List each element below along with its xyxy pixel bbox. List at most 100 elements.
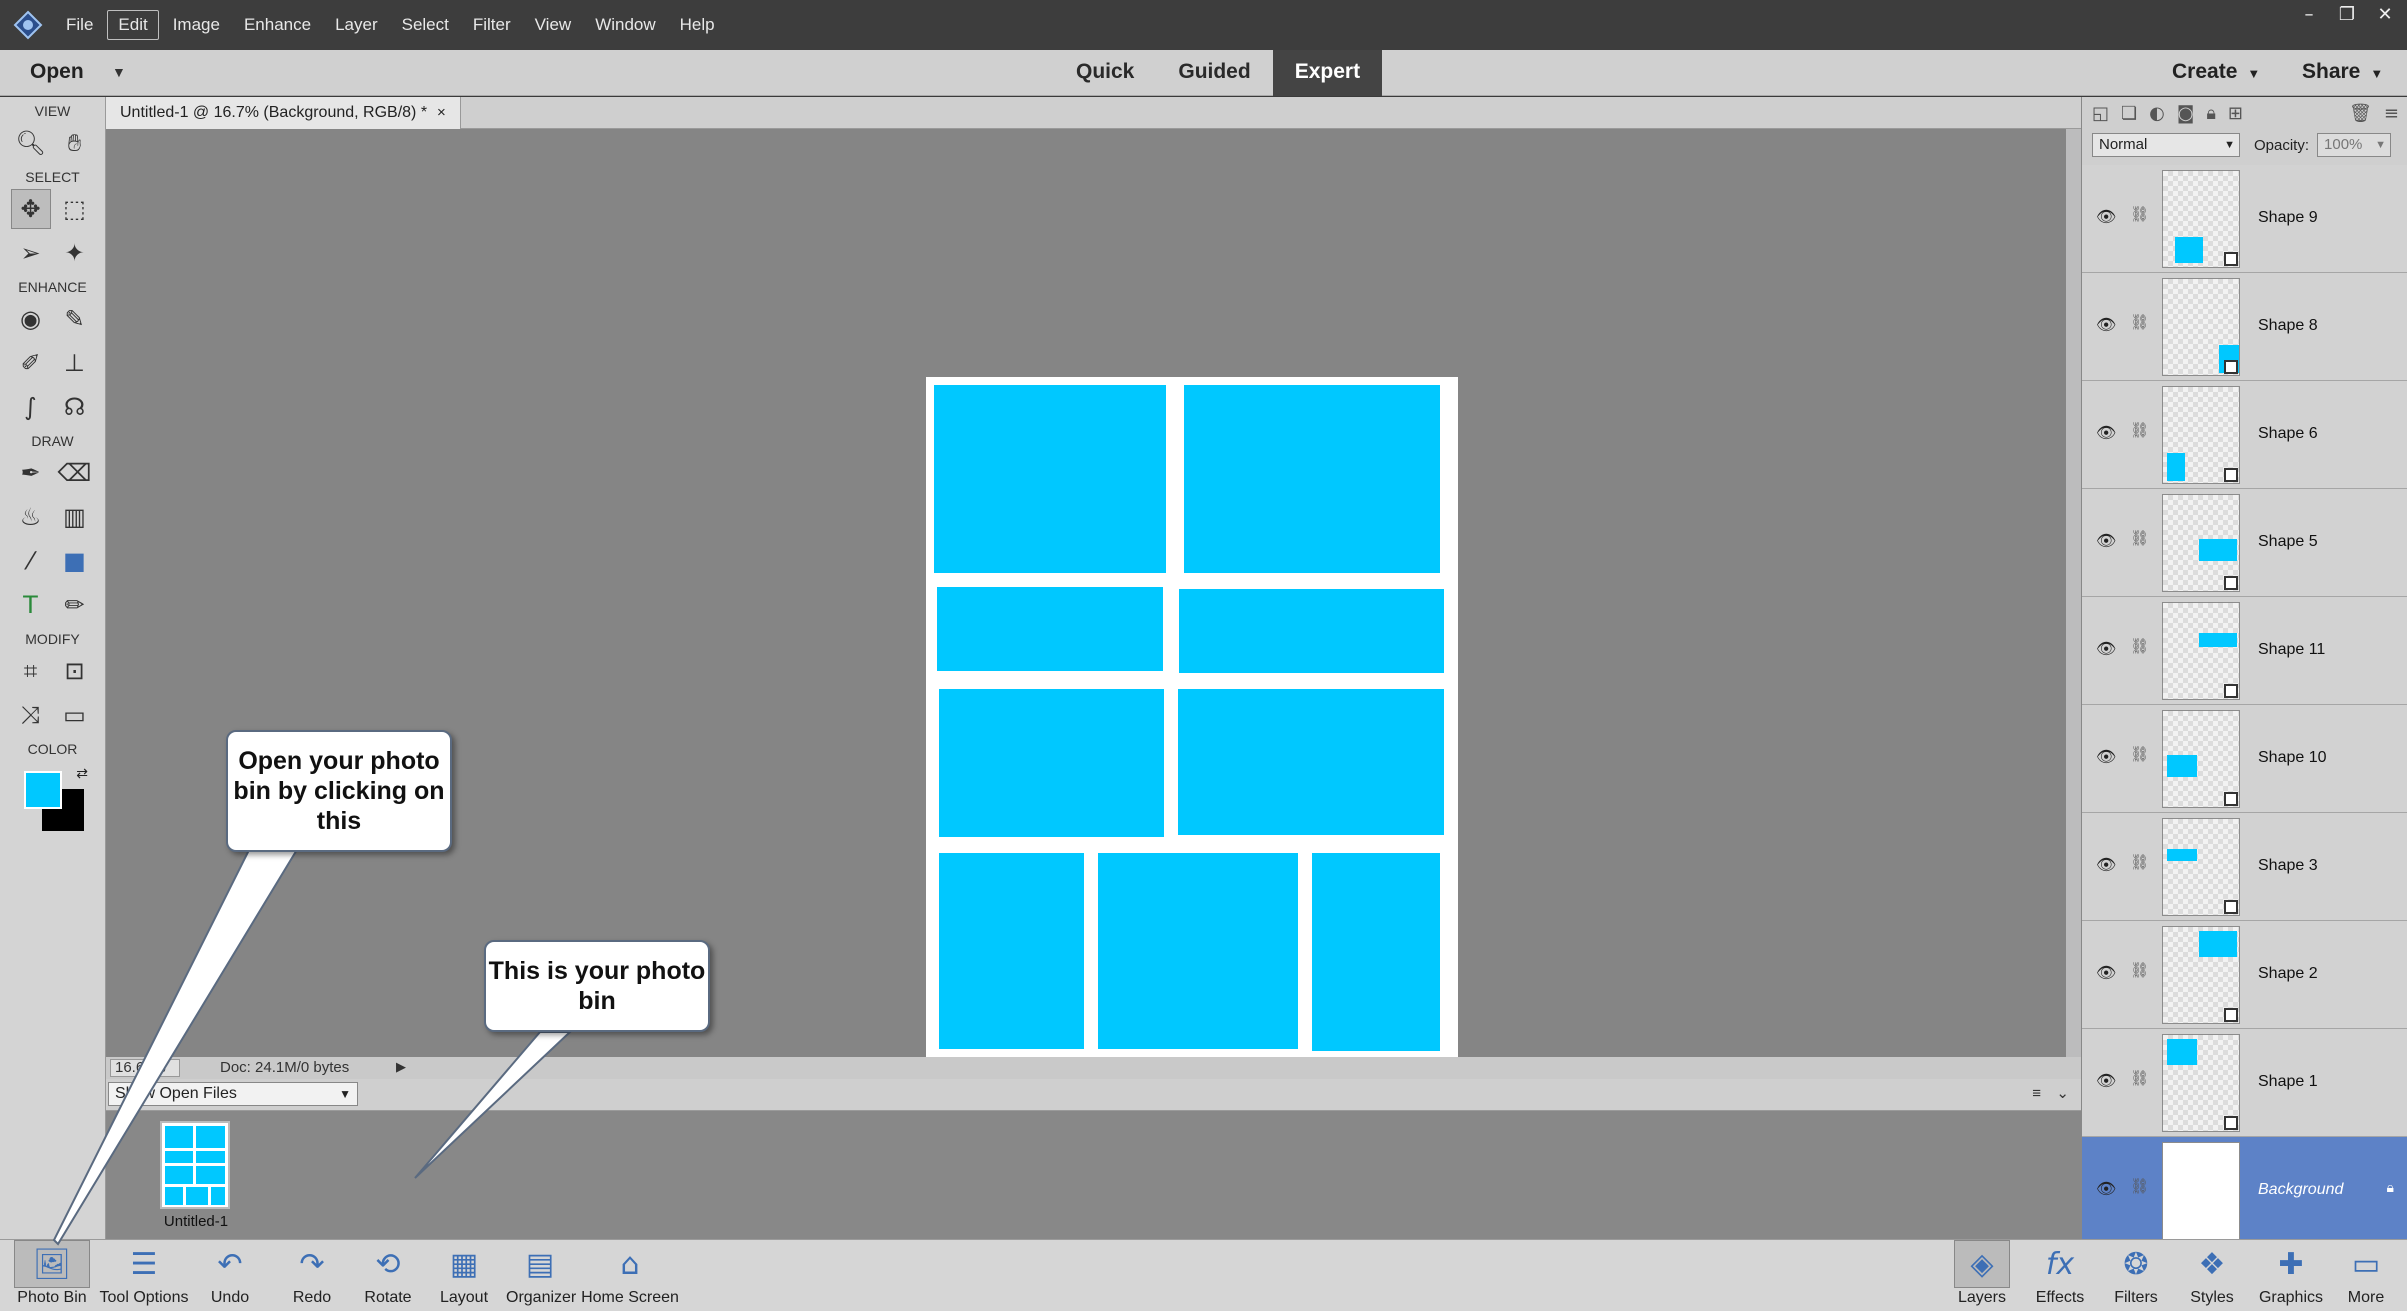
styles-button[interactable]: ❖ Styles [2182,1240,2242,1311]
menu-layer[interactable]: Layer [325,11,388,39]
link-icon[interactable]: ⛓︎ [2130,529,2149,547]
straighten-tool-icon[interactable]: ▭ [55,695,95,735]
layer-row[interactable]: 👁︎ ⛓︎ Shape 5 [2082,489,2407,597]
eye-icon[interactable]: 👁︎ [2096,855,2116,874]
eyedropper-tool-icon[interactable]: ⁄ [11,541,51,581]
adjustment-layer-icon[interactable]: ◐ [2149,103,2165,124]
layer-row[interactable]: 👁︎ ⛓︎ Shape 3 [2082,813,2407,921]
document-tab[interactable]: Untitled-1 @ 16.7% (Background, RGB/8) *… [106,97,461,129]
sponge-tool-icon[interactable]: ☊ [55,387,95,427]
layer-row[interactable]: 👁︎ ⛓︎ Shape 2 [2082,921,2407,1029]
canvas-area[interactable] [106,129,2066,1067]
menu-enhance[interactable]: Enhance [234,11,321,39]
menu-help[interactable]: Help [670,11,725,39]
lock-icon[interactable]: 🔒︎ [2206,103,2216,124]
layer-row[interactable]: 👁︎ ⛓︎ Shape 10 [2082,705,2407,813]
eraser-tool-icon[interactable]: ⌫ [55,453,95,493]
link-icon[interactable]: ⛓︎ [2130,313,2149,331]
zoom-tool-icon[interactable]: 🔍︎ [11,123,51,163]
open-dropdown-icon[interactable]: ▼ [112,64,126,80]
gradient-tool-icon[interactable]: ▥ [55,497,95,537]
menu-edit[interactable]: Edit [107,10,159,40]
content-aware-move-icon[interactable]: ⤨ [11,695,51,735]
more-button[interactable]: ▭ More [2338,1240,2394,1311]
crop-tool-icon[interactable]: ⌗ [11,651,51,691]
create-button[interactable]: Create ▼ [2172,60,2260,84]
link-icon[interactable]: ⛓︎ [2130,205,2149,223]
open-button[interactable]: Open [30,60,84,84]
panel-menu-icon[interactable]: ≡ [2384,103,2399,124]
new-group-icon[interactable]: ❏ [2121,103,2137,124]
restore-icon[interactable]: ❐ [2335,6,2359,24]
vertical-scrollbar[interactable] [2066,129,2081,1057]
minimize-icon[interactable]: – [2297,6,2321,24]
tab-expert[interactable]: Expert [1272,50,1383,96]
hand-tool-icon[interactable]: ✋︎ [55,123,95,163]
eye-icon[interactable]: 👁︎ [2096,639,2116,658]
menu-image[interactable]: Image [163,11,230,39]
eye-icon[interactable]: 👁︎ [2096,207,2116,226]
bin-menu-icon[interactable]: ≡ [2032,1085,2041,1102]
layer-row[interactable]: 👁︎ ⛓︎ Shape 8 [2082,273,2407,381]
link-icon[interactable]: ⛓︎ [2130,745,2149,763]
menu-select[interactable]: Select [392,11,459,39]
tab-quick[interactable]: Quick [1054,50,1156,96]
photo-bin-button[interactable]: 🖼︎ Photo Bin [14,1240,90,1311]
opacity-field[interactable]: 100% ▼ [2317,133,2392,157]
magic-wand-tool-icon[interactable]: ✦ [55,233,95,273]
tab-guided[interactable]: Guided [1156,50,1272,96]
swap-colors-icon[interactable]: ⇄ [76,765,88,782]
tool-options-button[interactable]: ☰ Tool Options [96,1240,192,1311]
layout-button[interactable]: ▦ Layout [434,1240,494,1311]
eye-icon[interactable]: 👁︎ [2096,1071,2116,1090]
close-icon[interactable]: ✕ [2373,6,2397,24]
healing-brush-icon[interactable]: ✎ [55,299,95,339]
show-files-select[interactable]: Show Open Files ▼ [108,1082,358,1106]
link-icon[interactable]: ⛓︎ [2130,1177,2149,1195]
type-tool-icon[interactable]: T [11,585,51,625]
document-canvas[interactable] [926,377,1458,1067]
menu-view[interactable]: View [525,11,582,39]
undo-button[interactable]: ↶ Undo [200,1240,260,1311]
rectangle-shape-tool-icon[interactable]: ■ [55,541,95,581]
link-icon[interactable]: ⛓︎ [2130,637,2149,655]
clone-stamp-icon[interactable]: ⊥ [55,343,95,383]
layer-row-selected[interactable]: 👁︎ ⛓︎ Background 🔒︎ [2082,1137,2407,1245]
paint-bucket-icon[interactable]: ♨ [11,497,51,537]
marquee-tool-icon[interactable]: ⬚ [55,189,95,229]
eye-icon[interactable]: 👁︎ [2096,423,2116,442]
delete-layer-icon[interactable]: 🗑︎ [2349,103,2372,124]
eye-icon[interactable]: 👁︎ [2096,531,2116,550]
menu-file[interactable]: File [56,11,103,39]
move-tool-icon[interactable]: ✥ [10,189,51,229]
layer-row[interactable]: 👁︎ ⛓︎ Shape 1 [2082,1029,2407,1137]
lock-icon[interactable]: 🔒︎ [2387,1179,2394,1196]
foreground-color-swatch[interactable] [24,771,62,809]
photo-bin-thumbnail[interactable] [160,1121,230,1209]
link-icon[interactable]: ⛓︎ [2130,853,2149,871]
eye-icon[interactable]: 👁︎ [2096,747,2116,766]
lasso-tool-icon[interactable]: ➢ [11,233,51,273]
graphics-button[interactable]: ✚ Graphics [2254,1240,2328,1311]
lock-transparent-icon[interactable]: ⊞ [2228,103,2243,124]
chevron-right-icon[interactable]: ▶ [396,1059,406,1075]
link-icon[interactable]: ⛓︎ [2130,1069,2149,1087]
eye-icon[interactable]: 👁︎ [2096,315,2116,334]
layer-row[interactable]: 👁︎ ⛓︎ Shape 6 [2082,381,2407,489]
menu-filter[interactable]: Filter [463,11,521,39]
eye-icon[interactable]: 👁︎ [2096,1179,2116,1198]
new-layer-icon[interactable]: ◱ [2092,103,2109,124]
share-button[interactable]: Share ▼ [2302,60,2383,84]
close-tab-icon[interactable]: × [437,104,446,121]
layer-row[interactable]: 👁︎ ⛓︎ Shape 9 [2082,165,2407,273]
filters-button[interactable]: ❂ Filters [2106,1240,2166,1311]
effects-button[interactable]: fx Effects [2030,1240,2090,1311]
layer-row[interactable]: 👁︎ ⛓︎ Shape 11 [2082,597,2407,705]
rotate-button[interactable]: ⟲ Rotate [356,1240,420,1311]
zoom-field[interactable]: 16.67% [110,1059,180,1077]
menu-window[interactable]: Window [585,11,665,39]
layer-mask-icon[interactable]: ◙ [2177,103,2194,124]
blend-mode-select[interactable]: Normal ▼ [2092,133,2240,157]
app-logo-icon[interactable] [0,0,56,50]
link-icon[interactable]: ⛓︎ [2130,421,2149,439]
